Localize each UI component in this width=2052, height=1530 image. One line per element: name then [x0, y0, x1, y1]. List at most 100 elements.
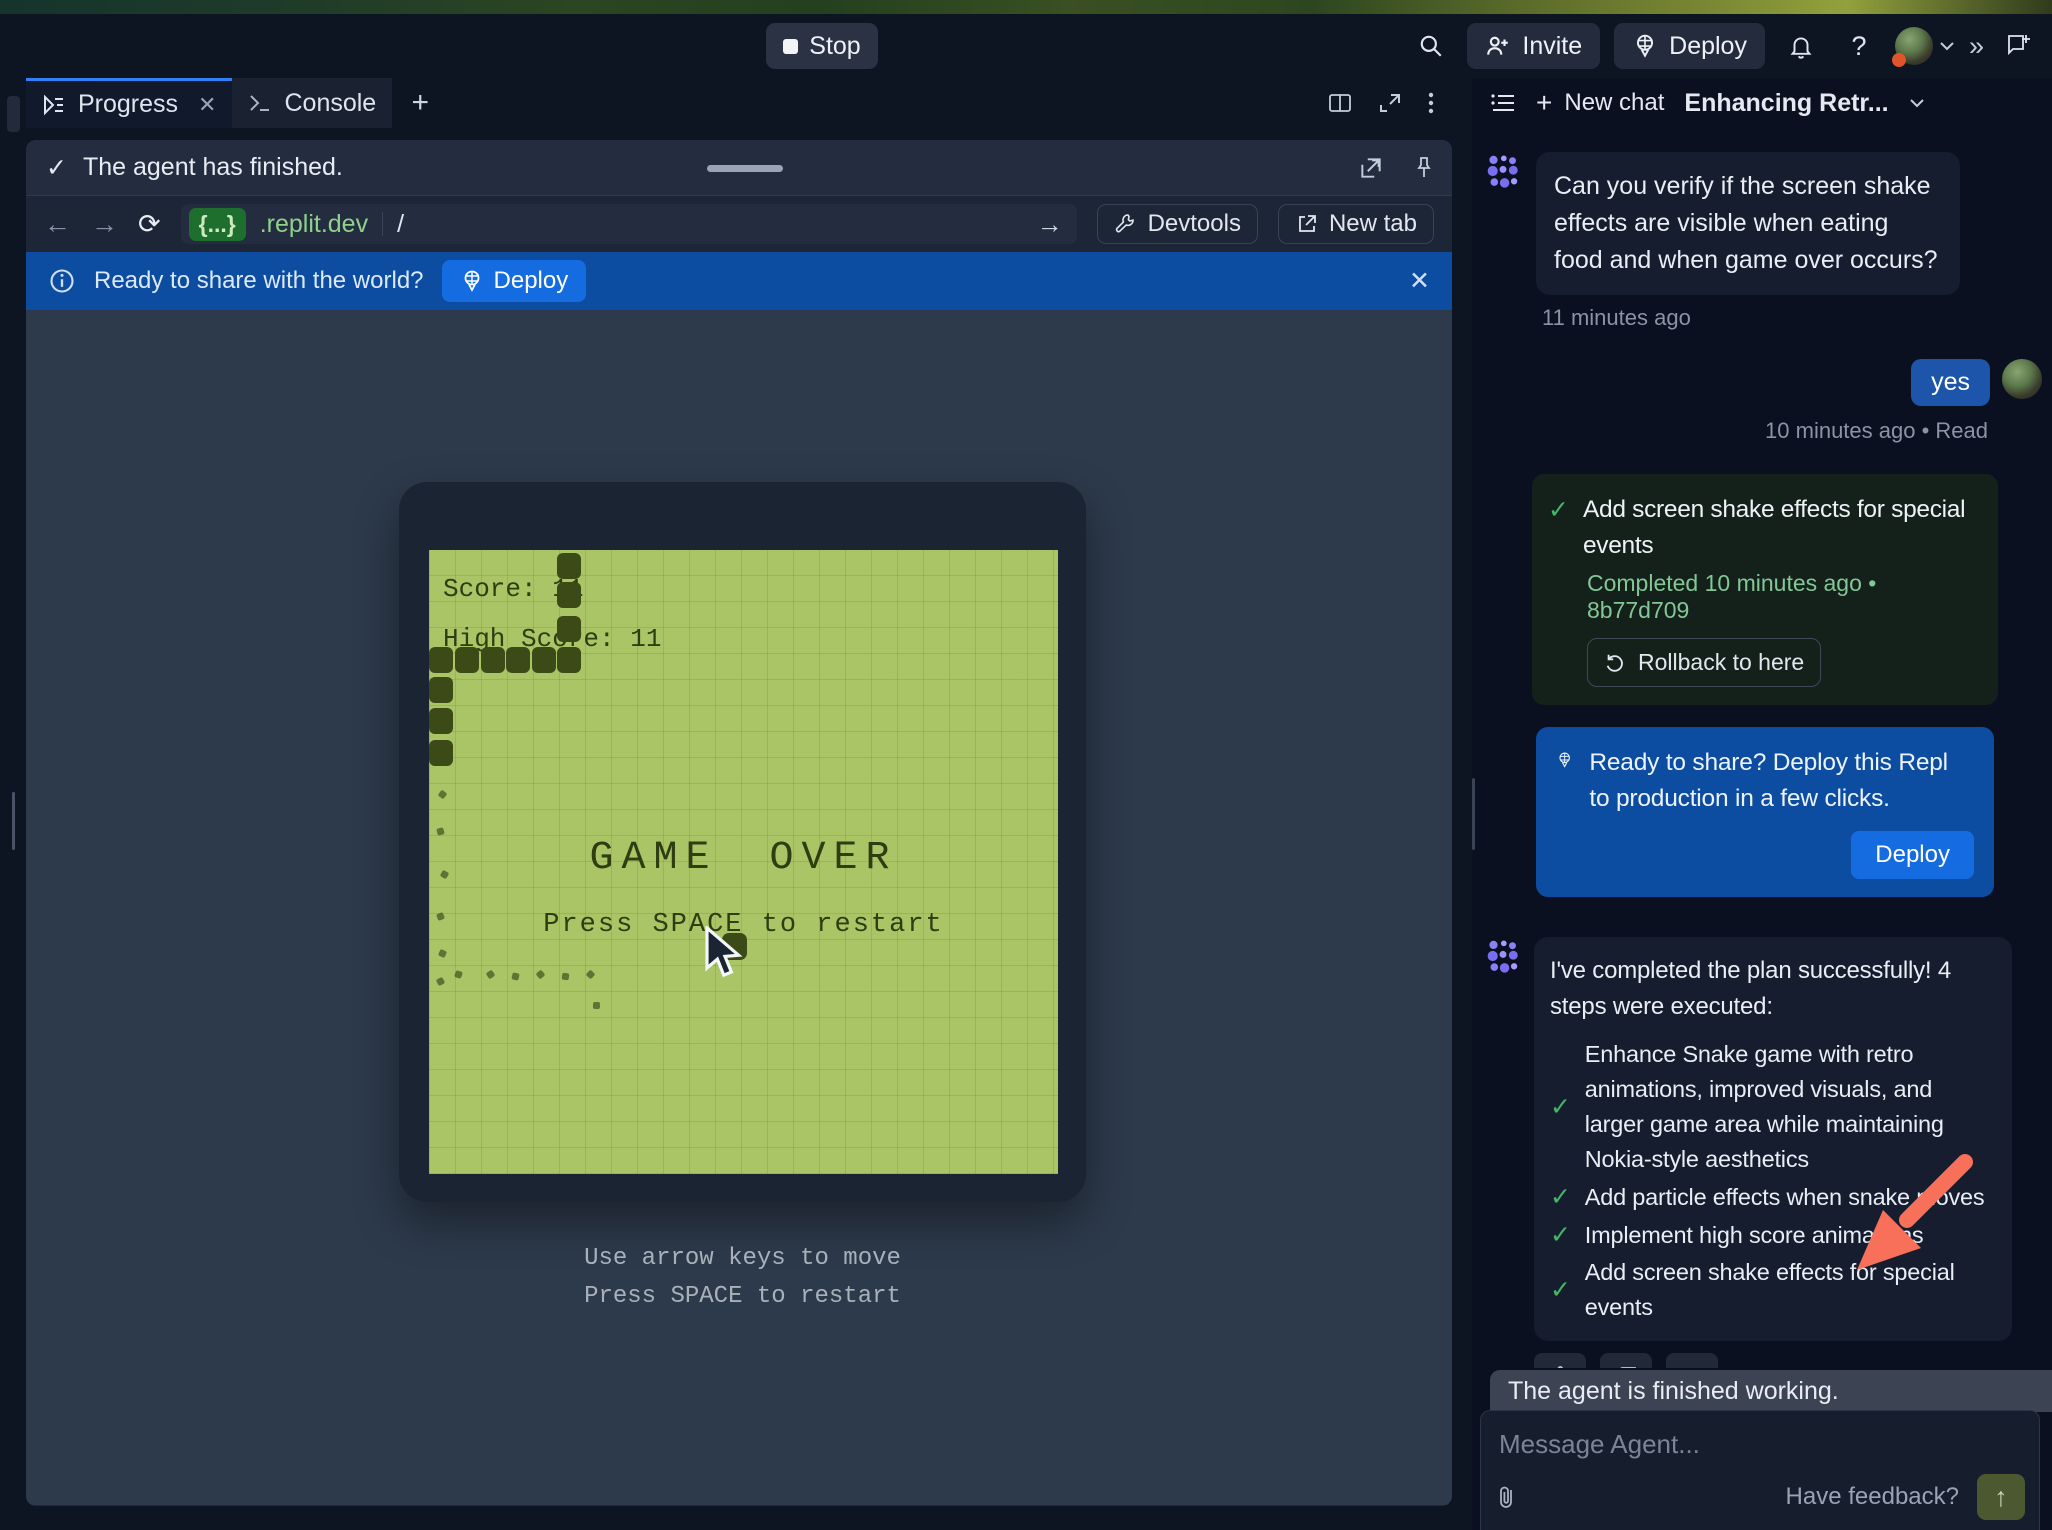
progress-icon	[42, 94, 66, 116]
message-timestamp: 11 minutes ago	[1542, 305, 2044, 331]
particle-dot	[454, 970, 463, 979]
expand-pane-icon[interactable]	[1378, 92, 1402, 114]
chevron-down-icon[interactable]	[1909, 98, 1925, 108]
url-bar[interactable]: {...} .replit.dev / →	[181, 204, 1077, 244]
snake-segment	[429, 647, 453, 673]
snake-segment	[506, 647, 530, 673]
summary-intro: I've completed the plan successfully! 4 …	[1550, 953, 1996, 1025]
browser-toolbar: ← → ⟳ {...} .replit.dev / → Devtools	[26, 196, 1452, 252]
deploy-label: Deploy	[1669, 32, 1747, 61]
stop-button[interactable]: Stop	[766, 23, 878, 69]
feedback-link[interactable]: Have feedback?	[1786, 1483, 1959, 1511]
particle-dot	[438, 949, 447, 958]
tab-console[interactable]: Console	[232, 78, 392, 128]
chat-header: + New chat Enhancing Retr...	[1472, 78, 2052, 128]
share-flag-button[interactable]	[1996, 24, 2040, 68]
comment-button[interactable]	[1666, 1353, 1718, 1368]
kebab-menu-icon[interactable]	[1428, 91, 1434, 115]
rail-handle[interactable]	[7, 96, 20, 132]
banner-close-icon[interactable]: ✕	[1409, 266, 1430, 296]
banner-deploy-button[interactable]: Deploy	[442, 260, 587, 302]
help-button[interactable]: ?	[1837, 24, 1881, 68]
open-in-window-icon[interactable]	[1358, 155, 1384, 181]
snake-segment	[429, 708, 453, 734]
thumbs-up-button[interactable]	[1534, 1353, 1586, 1368]
new-tab-label: New tab	[1329, 210, 1417, 238]
check-icon: ✓	[46, 153, 67, 183]
user-message-row: yes	[1480, 359, 2044, 406]
chat-list-icon[interactable]	[1490, 91, 1516, 115]
plus-icon: +	[1536, 87, 1552, 119]
agent-finished-banner: The agent is finished working.	[1490, 1370, 2052, 1412]
url-host: .replit.dev	[260, 210, 368, 239]
snake-game-screen[interactable]: Score: 11 High Score: 11 GAME OVER Press…	[429, 550, 1058, 1174]
send-arrow-icon: ↑	[1994, 1482, 2008, 1513]
check-icon: ✓	[1550, 1272, 1571, 1308]
message-composer: Have feedback? ↑	[1480, 1410, 2040, 1530]
help-icon: ?	[1851, 31, 1866, 62]
back-button[interactable]: ←	[44, 209, 71, 240]
chat-title[interactable]: Enhancing Retr...	[1684, 89, 1888, 118]
deploy-globe-icon	[1632, 33, 1658, 59]
bell-icon	[1788, 33, 1814, 59]
new-chat-button[interactable]: + New chat	[1536, 87, 1664, 119]
agent-logo-icon	[1484, 937, 1522, 975]
rollback-button[interactable]: Rollback to here	[1587, 638, 1821, 687]
account-menu[interactable]	[1895, 27, 1955, 65]
task-title: Add screen shake effects for special eve…	[1583, 492, 1980, 564]
devtools-button[interactable]: Devtools	[1097, 204, 1258, 244]
comment-icon	[1680, 1364, 1704, 1368]
banner-deploy-label: Deploy	[494, 267, 569, 295]
chevron-down-icon	[1939, 41, 1955, 51]
particle-dot	[436, 827, 445, 836]
pin-icon[interactable]	[1412, 155, 1436, 181]
open-new-tab-button[interactable]: New tab	[1278, 204, 1434, 244]
tab-close-icon[interactable]: ✕	[198, 92, 216, 118]
deploy-globe-icon	[1556, 745, 1573, 775]
preview-pane: ✓ The agent has finished. ← → ⟳ {...}	[26, 140, 1452, 1506]
game-over-text: GAME OVER	[429, 836, 1058, 881]
message-input[interactable]	[1481, 1411, 2039, 1460]
tab-progress[interactable]: Progress ✕	[26, 78, 232, 128]
snake-segment	[557, 582, 581, 608]
new-chat-label: New chat	[1564, 89, 1664, 117]
invite-label: Invite	[1522, 32, 1582, 61]
new-tab-plus-button[interactable]: +	[392, 78, 448, 128]
app-window: Stop Invite	[0, 0, 2052, 1530]
user-avatar	[2002, 359, 2042, 399]
particle-dot	[586, 970, 596, 980]
check-icon: ✓	[1550, 1217, 1571, 1253]
rail-divider-handle[interactable]	[12, 792, 15, 850]
go-arrow-icon[interactable]: →	[1037, 209, 1069, 240]
particle-dot	[511, 972, 519, 980]
particle-dot	[438, 790, 448, 800]
preview-viewport: Score: 11 High Score: 11 GAME OVER Press…	[26, 310, 1452, 1505]
deploy-button[interactable]: Deploy	[1614, 23, 1765, 69]
thumbs-up-icon	[1548, 1364, 1572, 1368]
completed-task-card: ✓ Add screen shake effects for special e…	[1532, 474, 1998, 705]
devtools-label: Devtools	[1148, 210, 1241, 238]
invite-button[interactable]: Invite	[1467, 23, 1600, 69]
particle-dot	[536, 970, 546, 980]
agent-status-bar: ✓ The agent has finished.	[26, 140, 1452, 196]
stop-label: Stop	[809, 32, 860, 61]
agent-finished-text: The agent is finished working.	[1508, 1377, 1839, 1406]
attachment-icon[interactable]	[1495, 1484, 1517, 1510]
check-icon: ✓	[1550, 1179, 1571, 1215]
search-button[interactable]	[1409, 24, 1453, 68]
drag-handle[interactable]	[707, 165, 783, 172]
game-instructions: Use arrow keys to move Press SPACE to re…	[399, 1240, 1086, 1316]
send-button[interactable]: ↑	[1977, 1474, 2025, 1520]
notifications-button[interactable]	[1779, 24, 1823, 68]
check-icon: ✓	[1550, 1089, 1571, 1125]
refresh-button[interactable]: ⟳	[138, 209, 161, 240]
forward-button[interactable]: →	[91, 209, 118, 240]
collapse-panel-button[interactable]: »	[1969, 31, 1982, 62]
check-icon: ✓	[1548, 492, 1569, 564]
deploy-card-button[interactable]: Deploy	[1851, 831, 1974, 879]
thumbs-down-button[interactable]	[1600, 1353, 1652, 1368]
split-view-icon[interactable]	[1328, 92, 1352, 114]
invite-person-icon	[1485, 33, 1511, 59]
snake-segment	[557, 616, 581, 642]
snake-segment	[557, 553, 581, 579]
